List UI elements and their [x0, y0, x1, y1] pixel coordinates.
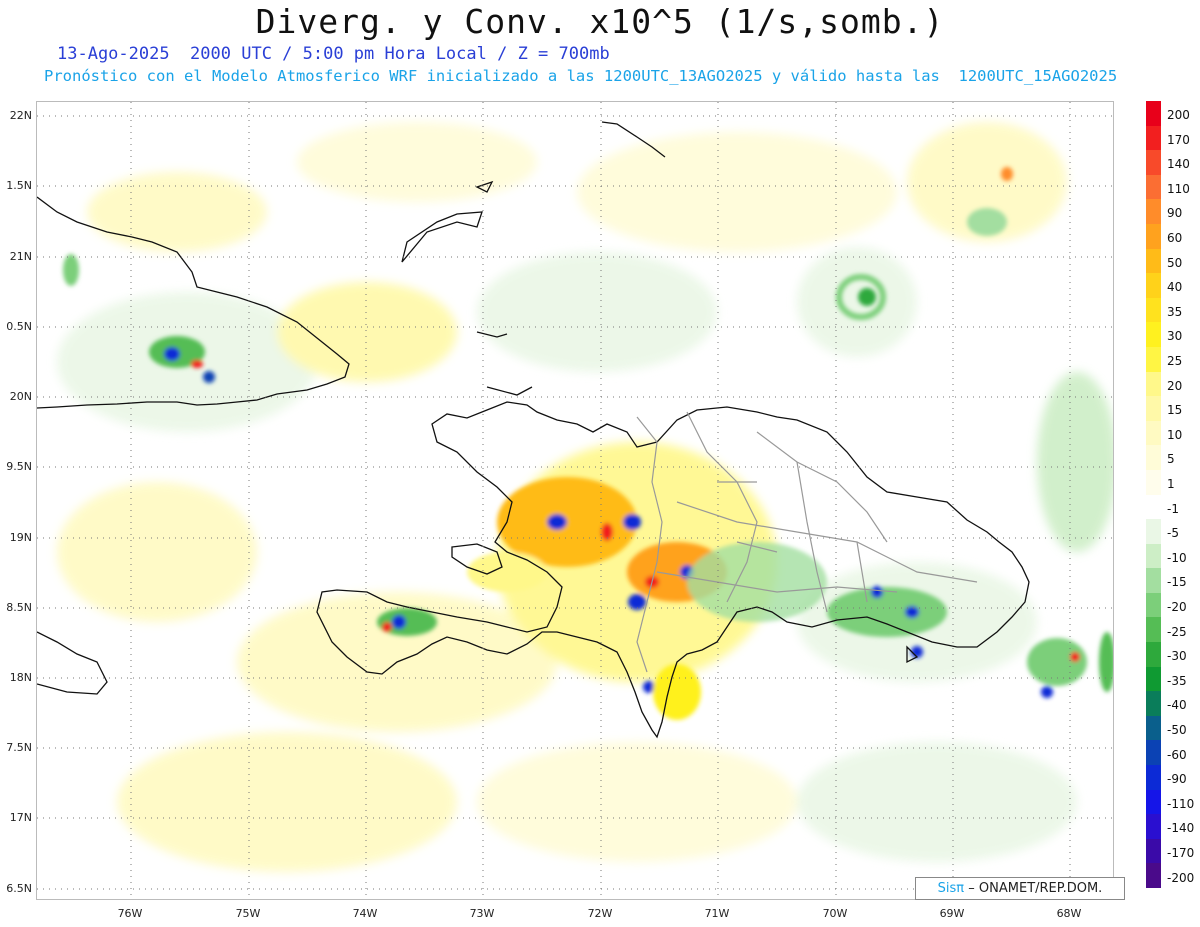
colorbar-segment: [1146, 814, 1161, 839]
colorbar-label: 140: [1167, 157, 1190, 172]
colorbar-label: 35: [1167, 304, 1183, 319]
colorbar-segment: [1146, 248, 1161, 274]
colorbar-label: 50: [1167, 255, 1183, 270]
model-run-subtitle: Pronóstico con el Modelo Atmosferico WRF…: [44, 67, 1118, 85]
colorbar-label: 5: [1167, 452, 1175, 467]
colorbar-segment: [1146, 346, 1161, 372]
colorbar-label: -5: [1167, 526, 1179, 541]
colorbar-segment: [1146, 519, 1161, 544]
colorbar-segment: [1146, 322, 1161, 347]
colorbar-segment: [1146, 125, 1161, 151]
colorbar-segment: [1146, 494, 1161, 520]
lat-label: 19N: [9, 531, 32, 544]
colorbar-segment: [1146, 715, 1161, 741]
colorbar-segment: [1146, 396, 1161, 421]
colorbar-segment: [1146, 223, 1161, 249]
colorbar-label: 200: [1167, 108, 1190, 122]
colorbar-segment: [1146, 765, 1161, 790]
colorbar-label: 40: [1167, 280, 1183, 295]
colorbar-segment: [1146, 273, 1161, 298]
lat-label: 8.5N: [6, 601, 32, 614]
colorbar-label: 170: [1167, 132, 1190, 147]
colorbar-segment: [1146, 789, 1161, 815]
colorbar-label: 15: [1167, 403, 1183, 418]
lon-label: 68W: [1056, 907, 1082, 920]
colorbar-segment: [1146, 863, 1161, 888]
colorbar-segment: [1146, 568, 1161, 593]
lat-label: 17N: [9, 811, 32, 824]
colorbar-segment: [1146, 543, 1161, 569]
colorbar-segment: [1146, 469, 1161, 495]
colorbar-segment: [1146, 445, 1161, 470]
lon-label: 75W: [235, 907, 261, 920]
colorbar-segment: [1146, 666, 1161, 692]
colorbar-label: 20: [1167, 378, 1183, 393]
colorbar-label: 10: [1167, 427, 1183, 442]
lon-label: 71W: [704, 907, 730, 920]
lon-label: 72W: [587, 907, 613, 920]
lon-label: 76W: [117, 907, 143, 920]
colorbar-label: -60: [1167, 747, 1187, 762]
colorbar-segment: [1146, 371, 1161, 397]
lon-label: 73W: [469, 907, 495, 920]
colorbar-label: -110: [1167, 796, 1195, 811]
colorbar-label: -35: [1167, 673, 1187, 688]
map-canvas: [37, 102, 1113, 899]
colorbar-label: 60: [1167, 231, 1183, 245]
colorbar-label: -200: [1167, 870, 1195, 885]
colorbar-label: -10: [1167, 550, 1187, 565]
colorbar-label: -170: [1167, 846, 1195, 860]
colorbar-label: -140: [1167, 821, 1195, 836]
lat-label: 9.5N: [6, 460, 32, 473]
colorbar-label: 30: [1167, 329, 1183, 344]
lat-label: 1.5N: [6, 179, 32, 192]
lat-label: 20N: [9, 390, 32, 403]
lat-label: 21N: [9, 250, 32, 263]
colorbar-label: 1: [1167, 477, 1175, 491]
lat-label: 7.5N: [6, 741, 32, 754]
lon-label: 69W: [939, 907, 965, 920]
colorbar-label: 25: [1167, 354, 1183, 368]
colorbar-segment: [1146, 420, 1161, 446]
credit-text: – ONAMET/REP.DOM.: [968, 881, 1103, 896]
map-panel[interactable]: [36, 101, 1114, 900]
colorbar-segment: [1146, 617, 1161, 643]
colorbar-label: -15: [1167, 575, 1187, 590]
colorbar-segment: [1146, 838, 1161, 864]
colorbar-label: -25: [1167, 624, 1187, 639]
lat-label: 18N: [9, 671, 32, 684]
lat-label: 0.5N: [6, 320, 32, 333]
colorbar-label: -1: [1167, 501, 1179, 516]
colorbar-segment: [1146, 592, 1161, 618]
colorbar-label: -20: [1167, 600, 1187, 614]
colorbar-label: 110: [1167, 181, 1190, 196]
colorbar-label: -30: [1167, 649, 1187, 664]
colorbar-label: 90: [1167, 206, 1183, 221]
lat-label: 6.5N: [6, 882, 32, 895]
colorbar-segment: [1146, 691, 1161, 716]
colorbar-segment: [1146, 150, 1161, 175]
colorbar-segment: [1146, 740, 1161, 766]
colorbar-segment: [1146, 101, 1161, 126]
colorbar-segment: [1146, 174, 1161, 200]
colorbar-label: -90: [1167, 772, 1187, 787]
lon-label: 74W: [352, 907, 378, 920]
colorbar-segment: [1146, 642, 1161, 667]
colorbar-label: -50: [1167, 723, 1187, 737]
sispi-logo: Sisπ: [937, 881, 965, 896]
colorbar-segment: [1146, 199, 1161, 224]
map-title: Diverg. y Conv. x10^5 (1/s,somb.): [255, 2, 945, 41]
lat-label: 22N: [9, 109, 32, 122]
colorbar-label: -40: [1167, 698, 1187, 713]
colorbar-segment: [1146, 297, 1161, 323]
credit-box: Sisπ – ONAMET/REP.DOM.: [915, 877, 1125, 900]
colorbar: [1146, 101, 1161, 888]
lon-label: 70W: [822, 907, 848, 920]
valid-time-subtitle: 13-Ago-2025 2000 UTC / 5:00 pm Hora Loca…: [57, 44, 610, 64]
